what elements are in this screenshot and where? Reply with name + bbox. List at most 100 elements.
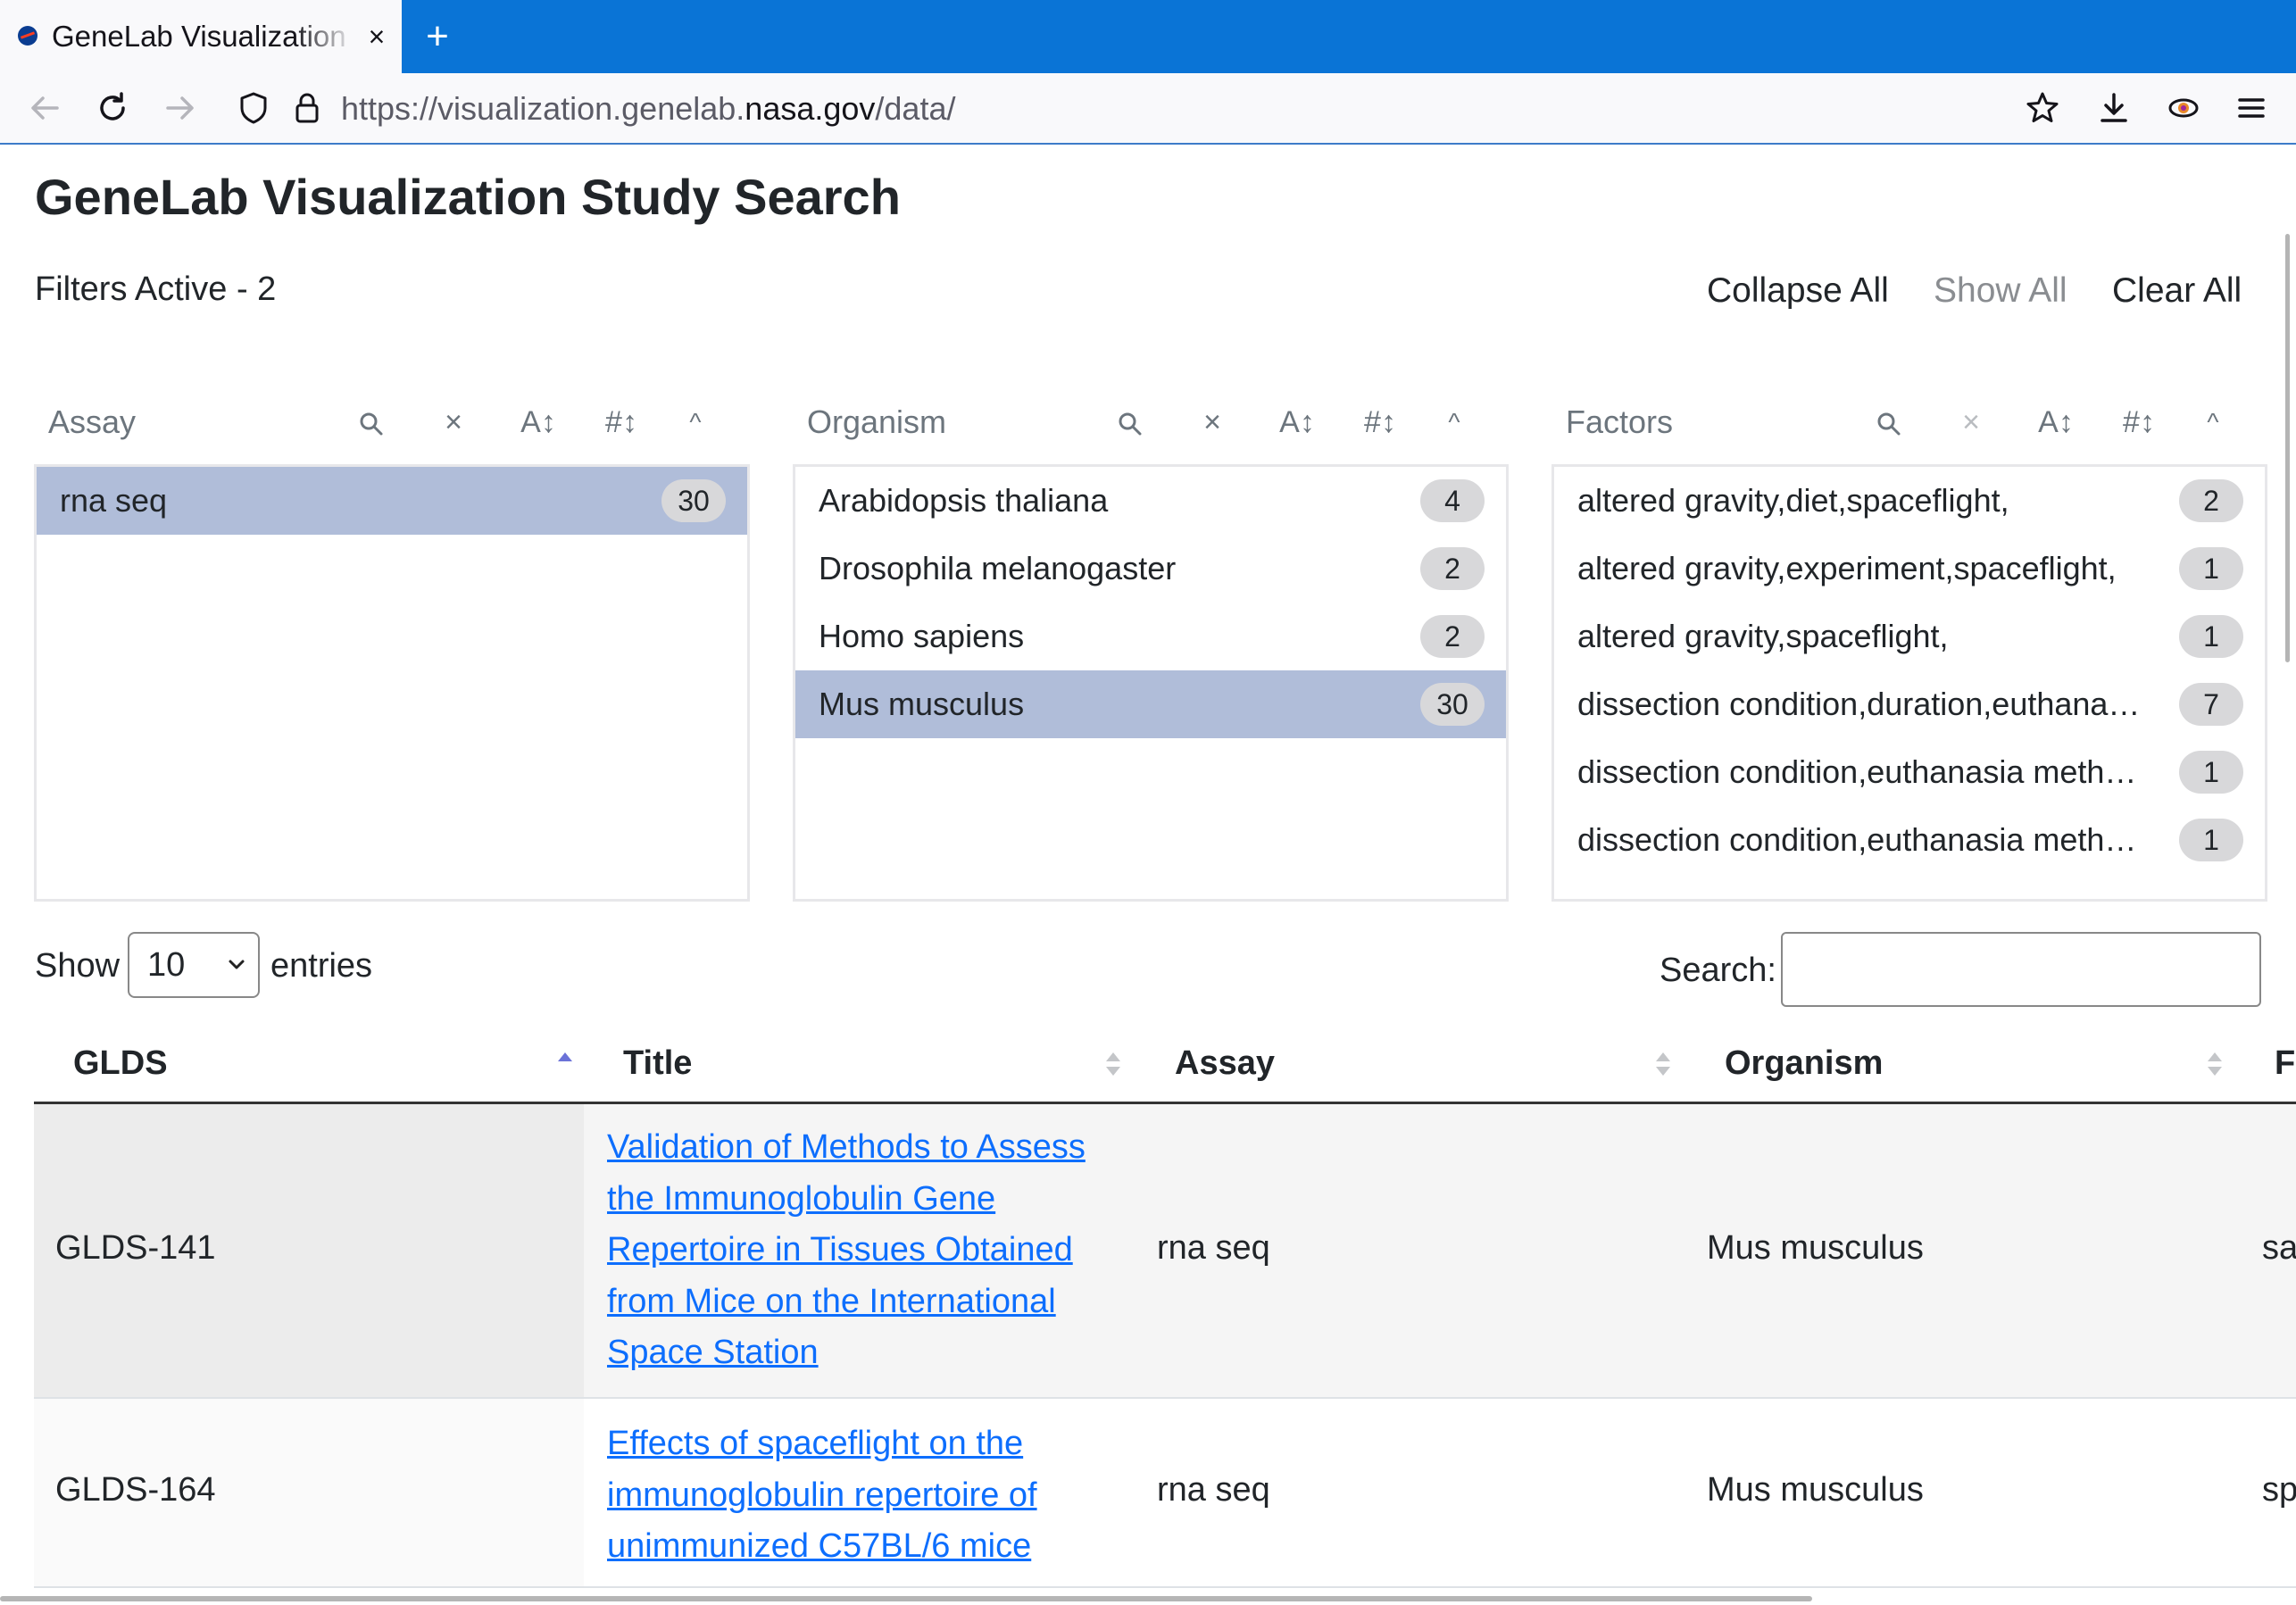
vertical-scrollbar[interactable] bbox=[2285, 234, 2290, 662]
collapse-panel-icon[interactable]: ^ bbox=[2200, 400, 2226, 445]
clear-filter-icon[interactable]: × bbox=[1951, 400, 1991, 445]
search-icon[interactable] bbox=[1111, 400, 1150, 445]
filter-option-label: Homo sapiens bbox=[819, 618, 1025, 654]
filter-option-label: dissection condition,duration,euthanasia… bbox=[1577, 686, 2149, 722]
show-label: Show bbox=[35, 947, 121, 985]
assay-filter-label: Assay bbox=[48, 403, 137, 440]
horizontal-scrollbar[interactable] bbox=[0, 1596, 1812, 1601]
tab-close-icon[interactable]: × bbox=[359, 18, 395, 55]
entries-label: entries bbox=[270, 947, 373, 985]
nasa-favicon-icon bbox=[18, 26, 37, 46]
filters-active-count: Filters Active - 2 bbox=[35, 270, 277, 308]
factors-filter-label: Factors bbox=[1566, 403, 1674, 440]
table-header: GLDS Title Assay Organism F bbox=[34, 1025, 2296, 1104]
sort-count-icon[interactable]: #↕ bbox=[2112, 400, 2166, 445]
assay-filter-header: Assay × A↕ #↕ ^ bbox=[36, 400, 746, 445]
column-header-glds[interactable]: GLDS bbox=[73, 1025, 168, 1102]
forward-arrow-icon[interactable] bbox=[159, 87, 202, 129]
factors-filter-header: Factors × A↕ #↕ ^ bbox=[1553, 400, 2264, 445]
collapse-panel-icon[interactable]: ^ bbox=[1441, 400, 1468, 445]
address-bar[interactable]: https://visualization.genelab.nasa.gov/d… bbox=[341, 89, 955, 129]
collapse-all-button[interactable]: Collapse All bbox=[1707, 271, 1889, 311]
sort-alpha-icon[interactable]: A↕ bbox=[2026, 400, 2085, 445]
search-label: Search: bbox=[1660, 952, 1776, 989]
reload-icon[interactable] bbox=[91, 87, 134, 129]
lock-icon[interactable] bbox=[286, 87, 329, 129]
filter-option-label: altered gravity,experiment,spaceflight, bbox=[1577, 550, 2117, 586]
filter-count-badge: 2 bbox=[1420, 547, 1485, 590]
table-row: GLDS-141 Validation of Methods to Assess… bbox=[34, 1104, 2296, 1399]
sort-alpha-icon[interactable]: A↕ bbox=[1268, 400, 1327, 445]
page-title: GeneLab Visualization Study Search bbox=[35, 169, 901, 225]
url-path: /data/ bbox=[875, 90, 956, 127]
organism-filter-list: Arabidopsis thaliana 4 Drosophila melanoga… bbox=[793, 464, 1509, 902]
collapse-panel-icon[interactable]: ^ bbox=[682, 400, 709, 445]
page-length-value: 10 bbox=[147, 946, 186, 984]
chevron-down-icon bbox=[229, 960, 245, 969]
clear-filter-icon[interactable]: × bbox=[434, 400, 473, 445]
clear-filter-icon[interactable]: × bbox=[1193, 400, 1232, 445]
factors-cell: sp bbox=[2262, 1471, 2296, 1509]
filter-option-label: altered gravity,diet,spaceflight, bbox=[1577, 482, 2009, 519]
column-header-organism[interactable]: Organism bbox=[1725, 1025, 1883, 1102]
back-arrow-icon[interactable] bbox=[23, 87, 66, 129]
table-search-input[interactable] bbox=[1781, 932, 2261, 1007]
column-header-factors[interactable]: F bbox=[2275, 1025, 2295, 1102]
filter-option[interactable]: dissection condition,euthanasia method,t… bbox=[1554, 806, 2265, 874]
organism-filter-header: Organism × A↕ #↕ ^ bbox=[794, 400, 1505, 445]
sort-alpha-icon[interactable]: A↕ bbox=[509, 400, 568, 445]
study-title-link[interactable]: Effects of spaceflight on the immunoglob… bbox=[607, 1418, 1107, 1573]
filter-option-label: rna seq bbox=[60, 482, 168, 519]
sort-icon[interactable] bbox=[1653, 1046, 1673, 1082]
glds-id: GLDS-141 bbox=[55, 1229, 216, 1267]
filter-option-label: dissection condition,euthanasia method, bbox=[1577, 753, 2149, 790]
tracking-shield-icon[interactable] bbox=[232, 87, 275, 129]
filter-option[interactable]: altered gravity,spaceflight, 1 bbox=[1554, 603, 2265, 670]
page-length-select[interactable]: 10 bbox=[128, 932, 260, 998]
bookmark-star-icon[interactable] bbox=[2021, 87, 2064, 129]
show-all-button[interactable]: Show All bbox=[1934, 271, 2067, 311]
filter-count-badge: 7 bbox=[2179, 683, 2243, 726]
filter-option-label: Drosophila melanogaster bbox=[819, 550, 1177, 586]
filter-option[interactable]: rna seq 30 bbox=[37, 467, 747, 535]
glds-id: GLDS-164 bbox=[55, 1471, 216, 1509]
filter-option[interactable]: altered gravity,diet,spaceflight, 2 bbox=[1554, 467, 2265, 535]
filter-count-badge: 30 bbox=[661, 479, 726, 522]
assay-cell: rna seq bbox=[1157, 1229, 1270, 1267]
study-title-link[interactable]: Validation of Methods to Assess the Immu… bbox=[607, 1122, 1107, 1379]
filter-option-label: dissection condition,euthanasia method,t… bbox=[1577, 821, 2149, 858]
search-icon[interactable] bbox=[1869, 400, 1909, 445]
menu-hamburger-icon[interactable] bbox=[2230, 87, 2273, 129]
download-icon[interactable] bbox=[2092, 87, 2135, 129]
column-header-title[interactable]: Title bbox=[623, 1025, 692, 1102]
filter-count-badge: 2 bbox=[2179, 479, 2243, 522]
sort-ascending-icon[interactable] bbox=[555, 1046, 575, 1082]
filter-option[interactable]: Homo sapiens 2 bbox=[795, 603, 1506, 670]
organism-cell: Mus musculus bbox=[1707, 1471, 1924, 1509]
filter-count-badge: 2 bbox=[1420, 615, 1485, 658]
filter-option[interactable]: Mus musculus 30 bbox=[795, 670, 1506, 738]
organism-cell: Mus musculus bbox=[1707, 1229, 1924, 1267]
filter-option[interactable]: Drosophila melanogaster 2 bbox=[795, 535, 1506, 603]
tab-title: GeneLab Visualization Study Search bbox=[52, 20, 355, 53]
filter-option-label: altered gravity,spaceflight, bbox=[1577, 618, 1949, 654]
filter-count-badge: 30 bbox=[1420, 683, 1485, 726]
assay-filter-list: rna seq 30 bbox=[34, 464, 750, 902]
filter-option[interactable]: dissection condition,euthanasia method, 1 bbox=[1554, 738, 2265, 806]
search-icon[interactable] bbox=[352, 400, 391, 445]
clear-all-button[interactable]: Clear All bbox=[2112, 271, 2242, 311]
assay-cell: rna seq bbox=[1157, 1471, 1270, 1509]
sort-icon[interactable] bbox=[1103, 1046, 1123, 1082]
sort-count-icon[interactable]: #↕ bbox=[595, 400, 648, 445]
filter-option[interactable]: dissection condition,duration,euthanasia… bbox=[1554, 670, 2265, 738]
filter-count-badge: 1 bbox=[2179, 819, 2243, 861]
filter-option[interactable]: Arabidopsis thaliana 4 bbox=[795, 467, 1506, 535]
new-tab-button[interactable]: + bbox=[415, 16, 460, 57]
extension-eye-icon[interactable] bbox=[2162, 87, 2205, 129]
sort-icon[interactable] bbox=[2205, 1046, 2225, 1082]
column-header-assay[interactable]: Assay bbox=[1175, 1025, 1275, 1102]
filter-option[interactable]: altered gravity,experiment,spaceflight, 1 bbox=[1554, 535, 2265, 603]
browser-tab[interactable]: GeneLab Visualization Study Search × bbox=[0, 0, 402, 73]
filter-option-label: Arabidopsis thaliana bbox=[819, 482, 1109, 519]
sort-count-icon[interactable]: #↕ bbox=[1353, 400, 1407, 445]
